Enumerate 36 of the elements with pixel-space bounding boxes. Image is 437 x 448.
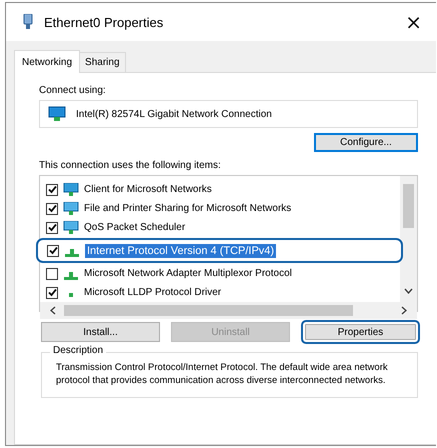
scroll-down-icon[interactable] xyxy=(404,288,413,294)
checkbox[interactable] xyxy=(46,222,58,234)
list-item[interactable]: QoS Packet Scheduler xyxy=(40,218,400,237)
vertical-scrollbar[interactable] xyxy=(400,176,417,302)
computer-icon xyxy=(63,202,79,216)
scroll-left-icon[interactable] xyxy=(50,306,56,315)
list-item[interactable]: Microsoft LLDP Protocol Driver xyxy=(40,283,400,302)
description-title: Description xyxy=(50,345,106,356)
close-button[interactable]: × xyxy=(399,10,428,34)
checkbox[interactable] xyxy=(46,202,58,214)
selected-list-item[interactable]: Internet Protocol Version 4 (TCP/IPv4) xyxy=(36,238,403,263)
tab[interactable]: Networking xyxy=(14,50,80,73)
description-text: Transmission Control Protocol/Internet Protocol. The default wide area network protocol that provides communication across diverse interconnected networks. xyxy=(56,361,389,387)
horizontal-scrollbar[interactable] xyxy=(40,302,417,319)
computer-icon xyxy=(63,182,79,196)
action-button[interactable]: Properties xyxy=(301,320,420,344)
scrollbar-thumb[interactable] xyxy=(64,305,353,316)
ethernet-icon xyxy=(22,14,34,30)
checkbox[interactable] xyxy=(46,286,58,298)
connect-using-label: Connect using: xyxy=(39,85,106,96)
adapter-name: Intel(R) 82574L Gigabit Network Connection xyxy=(76,108,272,120)
computer-icon xyxy=(63,220,79,234)
scrollbar-thumb[interactable] xyxy=(403,184,414,228)
network-adapter-icon xyxy=(48,106,66,122)
items-label: This connection uses the following items: xyxy=(39,160,221,171)
configure-button[interactable]: Configure... xyxy=(314,133,418,152)
checkbox[interactable] xyxy=(46,268,58,280)
list-item[interactable]: Client for Microsoft Networks xyxy=(40,180,400,199)
list-item[interactable]: Microsoft Network Adapter Multiplexor Protocol xyxy=(40,264,400,283)
scroll-right-icon[interactable] xyxy=(401,306,407,315)
checkbox[interactable] xyxy=(46,184,58,196)
list-item[interactable]: File and Printer Sharing for Microsoft Networks xyxy=(40,199,400,218)
action-button[interactable]: Install... xyxy=(41,322,160,342)
window-title: Ethernet0 Properties xyxy=(44,14,164,30)
checkbox[interactable] xyxy=(47,244,59,256)
tab[interactable]: Sharing xyxy=(79,52,126,72)
